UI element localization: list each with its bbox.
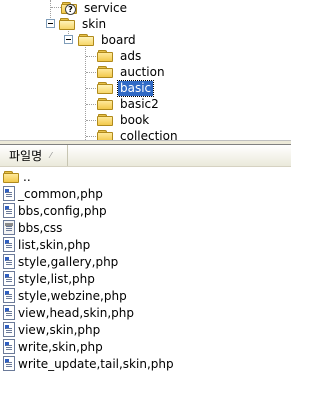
file-name: style,gallery,php: [18, 254, 119, 269]
tree-item-collection[interactable]: collection: [97, 128, 180, 140]
list-item[interactable]: write,skin,php: [3, 338, 103, 355]
file-name: _common,php: [18, 186, 103, 201]
list-item[interactable]: view,head,skin,php: [3, 304, 134, 321]
list-item[interactable]: write_update,tail,skin,php: [3, 355, 174, 372]
php-file-icon: [3, 271, 15, 286]
open-folder-icon: [97, 81, 114, 95]
parent-folder-icon: [3, 170, 20, 184]
tree-connector: [86, 72, 96, 73]
php-file-icon: [3, 254, 15, 269]
file-name: bbs,config,php: [18, 203, 107, 218]
php-file-icon: [3, 305, 15, 320]
tree-connector: [86, 56, 96, 57]
file-name: style,webzine,php: [18, 288, 127, 303]
tree-item-basic2[interactable]: basic2: [97, 96, 161, 112]
tree-item-label: board: [101, 32, 136, 47]
sort-indicator-icon: ⁄: [50, 151, 52, 160]
tree-item-board[interactable]: board: [78, 32, 138, 48]
tree-connector: [86, 136, 96, 137]
file-name: write,skin,php: [18, 339, 103, 354]
folder-icon: [97, 49, 114, 63]
tree-connector: [86, 88, 96, 89]
tree-item-book[interactable]: book: [97, 112, 151, 128]
tree-item-label: skin: [82, 16, 107, 31]
list-item[interactable]: _common,php: [3, 185, 103, 202]
list-item[interactable]: view,skin,php: [3, 321, 100, 338]
file-name: ..: [23, 169, 31, 184]
tree-item-label: collection: [120, 128, 178, 141]
tree-connector: [51, 7, 61, 8]
column-header-label: 파일명: [9, 149, 43, 163]
folder-icon: [97, 129, 114, 140]
css-file-icon: [3, 220, 15, 235]
file-name: view,head,skin,php: [18, 305, 135, 320]
tree-item-auction[interactable]: auction: [97, 64, 167, 80]
tree-item-label: book: [120, 112, 150, 127]
tree-item-label: service: [84, 0, 127, 15]
tree-item-ads[interactable]: ads: [97, 48, 143, 64]
php-file-icon: [3, 339, 15, 354]
tree-item-service[interactable]: ? service: [61, 0, 129, 16]
folder-icon: [97, 97, 114, 111]
open-folder-icon: [59, 17, 76, 31]
open-folder-icon: [78, 33, 95, 47]
folder-tree[interactable]: ? service skin board ads auction basic b…: [0, 0, 291, 140]
php-file-icon: [3, 322, 15, 337]
collapse-board-toggle[interactable]: [64, 35, 73, 44]
file-name: style,list,php: [18, 271, 95, 286]
php-file-icon: [3, 356, 15, 371]
tree-item-label-selected: basic: [116, 79, 155, 97]
help-folder-icon: ?: [61, 1, 78, 15]
list-item[interactable]: list,skin,php: [3, 236, 90, 253]
tree-connector: [86, 120, 96, 121]
tree-connector: [85, 44, 86, 140]
tree-item-skin[interactable]: skin: [59, 16, 108, 32]
list-item[interactable]: style,gallery,php: [3, 253, 118, 270]
file-name: bbs,css: [18, 220, 63, 235]
php-file-icon: [3, 186, 15, 201]
file-name: write_update,tail,skin,php: [18, 356, 174, 371]
tree-item-label: auction: [120, 64, 165, 79]
list-item[interactable]: style,webzine,php: [3, 287, 127, 304]
tree-item-basic[interactable]: basic: [97, 79, 155, 97]
list-item[interactable]: style,list,php: [3, 270, 95, 287]
tree-item-label: basic2: [120, 96, 159, 111]
file-list[interactable]: .. _common,php bbs,config,php bbs,css li…: [0, 168, 291, 402]
folder-icon: [97, 113, 114, 127]
list-item-parent-folder[interactable]: ..: [3, 168, 31, 185]
collapse-skin-toggle[interactable]: [46, 19, 55, 28]
file-list-header: 파일명 ⁄: [0, 145, 291, 167]
php-file-icon: [3, 203, 15, 218]
php-file-icon: [3, 288, 15, 303]
tree-connector: [86, 104, 96, 105]
file-name: list,skin,php: [18, 237, 91, 252]
file-name: view,skin,php: [18, 322, 101, 337]
tree-item-label: ads: [120, 48, 142, 63]
folder-icon: [97, 65, 114, 79]
filename-column-header[interactable]: 파일명 ⁄: [0, 145, 68, 166]
list-item[interactable]: bbs,css: [3, 219, 62, 236]
list-item[interactable]: bbs,config,php: [3, 202, 107, 219]
php-file-icon: [3, 237, 15, 252]
